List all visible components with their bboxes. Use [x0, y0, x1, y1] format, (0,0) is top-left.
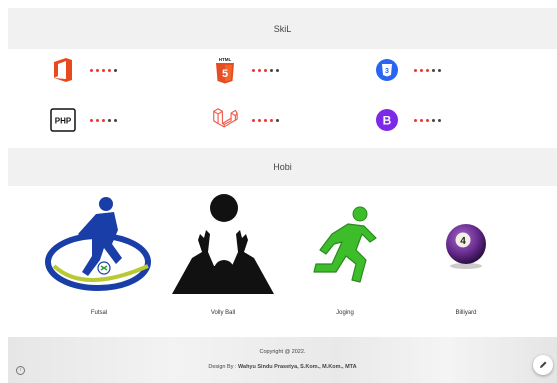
- skill-rating: [414, 68, 441, 72]
- laravel-icon: [212, 107, 238, 133]
- skill-item-css3: 3: [374, 52, 441, 88]
- hobi-section-title: Hobi: [273, 162, 292, 172]
- rating-dot-filled: [252, 68, 255, 72]
- rating-dot-empty: [432, 118, 435, 122]
- rating-dot-filled: [96, 68, 99, 72]
- skill-item-html5: HTML 5: [212, 52, 279, 88]
- futsal-player-icon: [44, 194, 154, 302]
- hobi-card-billiyard: 4 Billiyard: [411, 192, 521, 328]
- rating-dot-filled: [90, 118, 93, 122]
- skill-section-title: SkiL: [273, 23, 292, 34]
- billiard-ball-icon: 4: [411, 194, 521, 302]
- skill-row-2: PHP B: [8, 102, 557, 138]
- hobi-label: Joging: [336, 310, 354, 316]
- svg-text:5: 5: [222, 68, 228, 80]
- rating-dot-empty: [114, 118, 117, 122]
- bootstrap-icon: B: [374, 107, 400, 133]
- skill-item-bootstrap: B: [374, 102, 441, 138]
- footer-design-prefix: Design By :: [208, 364, 239, 370]
- rating-dot-filled: [258, 118, 261, 122]
- hobi-label: Futsal: [90, 310, 108, 316]
- rating-dot-empty: [114, 68, 117, 72]
- rating-dot-filled: [108, 68, 111, 72]
- billiard-ball-number: 4: [460, 236, 466, 247]
- footer-designer-name: Wahyu Sindu Prasetya, S.Kom., M.Kom., MT…: [238, 364, 357, 370]
- bootstrap-icon-text: B: [383, 114, 392, 128]
- hobi-card-joging: Joging: [290, 192, 400, 328]
- rating-dot-empty: [276, 68, 279, 72]
- rating-dot-filled: [426, 118, 429, 122]
- footer: Copyright @ 2022. Design By : Wahyu Sind…: [8, 337, 557, 383]
- rating-dot-filled: [96, 118, 99, 122]
- skill-rating: [414, 118, 441, 122]
- rating-dot-filled: [264, 68, 267, 72]
- skill-item-laravel: [212, 102, 279, 138]
- svg-text:3: 3: [385, 68, 389, 75]
- rating-dot-empty: [276, 118, 279, 122]
- rating-dot-filled: [420, 118, 423, 122]
- rating-dot-filled: [414, 118, 417, 122]
- hobi-label: Volly Ball: [210, 310, 236, 316]
- rating-dot-filled: [102, 68, 105, 72]
- skill-item-office: [50, 52, 117, 88]
- rating-dot-empty: [438, 118, 441, 122]
- hobi-card-volleyball: Volly Ball: [168, 192, 278, 328]
- html5-icon: HTML 5: [212, 57, 238, 84]
- skill-rating: [90, 118, 117, 122]
- rating-dot-filled: [414, 68, 417, 72]
- rating-dot-empty: [270, 68, 273, 72]
- running-man-icon: [290, 194, 400, 302]
- skill-row-1: HTML 5 3: [8, 52, 557, 88]
- rating-dot-filled: [426, 68, 429, 72]
- hobi-list: Futsal Volly Ball Joging 4 Billiyard: [8, 192, 557, 328]
- rating-dot-filled: [90, 68, 93, 72]
- rating-dot-empty: [432, 68, 435, 72]
- skill-rating: [90, 68, 117, 72]
- pencil-icon: [540, 361, 547, 368]
- rating-dot-filled: [420, 68, 423, 72]
- rating-dot-filled: [258, 68, 261, 72]
- hobi-label: Billiyard: [455, 310, 477, 316]
- html5-icon-text: HTML: [219, 57, 232, 62]
- skill-item-php: PHP: [50, 102, 117, 138]
- office-icon: [50, 57, 76, 83]
- hobi-card-futsal: Futsal: [44, 192, 154, 328]
- rating-dot-empty: [438, 68, 441, 72]
- skill-rating: [252, 68, 279, 72]
- skill-rating: [252, 118, 279, 122]
- rating-dot-filled: [264, 118, 267, 122]
- footer-copyright: Copyright @ 2022.: [259, 349, 306, 355]
- skill-section-header: SkiL: [8, 8, 557, 49]
- hobi-section-header: Hobi: [8, 148, 557, 186]
- rating-dot-empty: [108, 118, 111, 122]
- footer-design-credit: Design By : Wahyu Sindu Prasetya, S.Kom.…: [8, 364, 557, 370]
- php-icon: PHP: [50, 107, 76, 133]
- edit-button[interactable]: [533, 355, 553, 375]
- info-icon[interactable]: i: [16, 366, 25, 375]
- rating-dot-filled: [270, 118, 273, 122]
- volleyball-player-icon: [168, 194, 278, 302]
- rating-dot-filled: [252, 118, 255, 122]
- css3-icon: 3: [374, 57, 400, 83]
- php-icon-text: PHP: [55, 117, 72, 126]
- rating-dot-filled: [102, 118, 105, 122]
